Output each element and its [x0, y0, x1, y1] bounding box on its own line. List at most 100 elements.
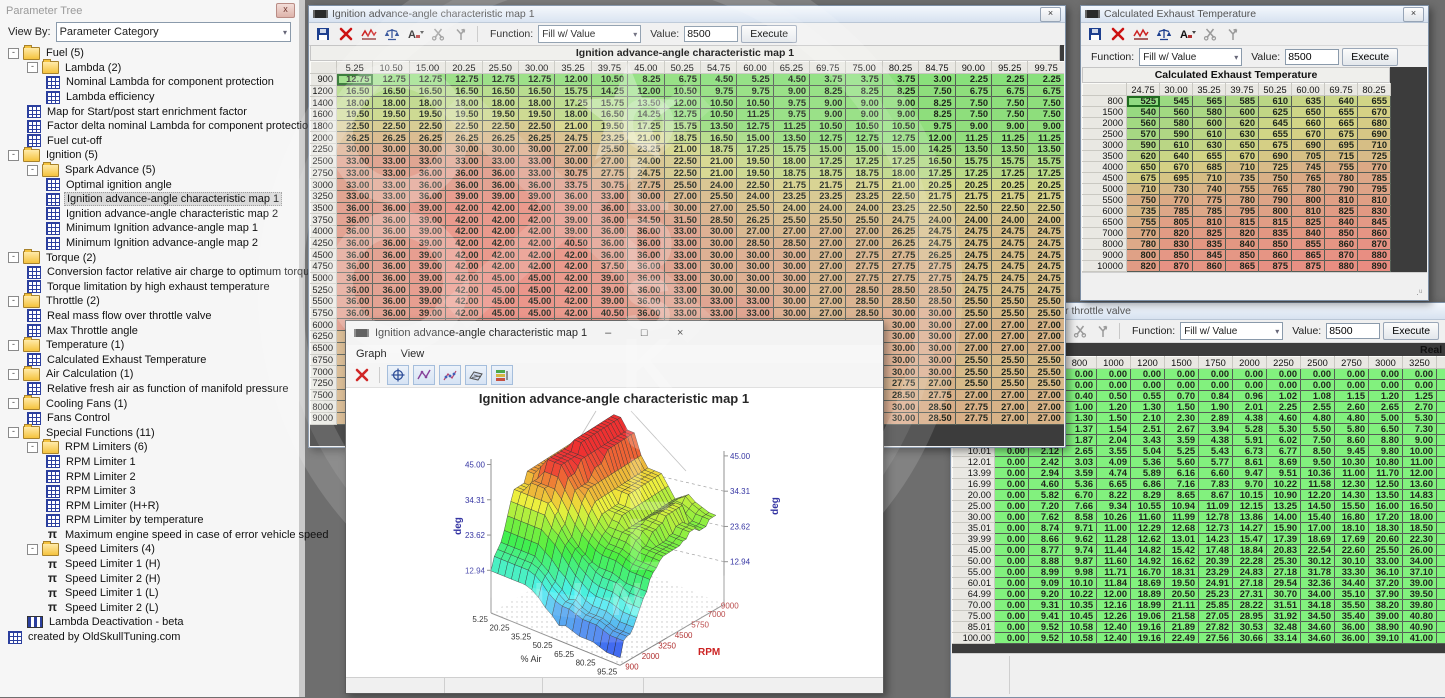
- cell[interactable]: 28.50: [919, 412, 955, 424]
- cell[interactable]: 42.00: [518, 225, 554, 237]
- cell[interactable]: 825: [1325, 206, 1358, 217]
- cell[interactable]: 12.40: [1097, 633, 1131, 644]
- cell[interactable]: 2.67: [1165, 424, 1199, 435]
- cell[interactable]: 22.50: [446, 120, 482, 132]
- cell[interactable]: 24.75: [1028, 225, 1064, 237]
- cell[interactable]: 27.00: [919, 377, 955, 389]
- cell[interactable]: 7.83: [1199, 479, 1233, 490]
- cell[interactable]: 12.75: [664, 109, 700, 121]
- cell[interactable]: 6.02: [1267, 435, 1301, 446]
- cell[interactable]: 16.50: [1403, 501, 1437, 512]
- cell[interactable]: [1437, 567, 1445, 578]
- cell[interactable]: 10.90: [1267, 490, 1301, 501]
- cell[interactable]: 745: [1292, 162, 1325, 173]
- cell[interactable]: 27.75: [846, 249, 882, 261]
- cell[interactable]: 34.00: [1301, 589, 1335, 600]
- cell[interactable]: 10.35: [1063, 600, 1097, 611]
- cell[interactable]: 20.39: [1199, 556, 1233, 567]
- cell[interactable]: 26.25: [337, 132, 373, 144]
- cell[interactable]: [1437, 380, 1445, 391]
- cell[interactable]: 22.50: [482, 120, 518, 132]
- cell[interactable]: 0.70: [1165, 391, 1199, 402]
- cell[interactable]: 13.25: [1267, 501, 1301, 512]
- cell[interactable]: 3.59: [1165, 435, 1199, 446]
- cell[interactable]: 19.50: [518, 109, 554, 121]
- cell[interactable]: 0.00: [1369, 380, 1403, 391]
- cell[interactable]: 780: [1292, 184, 1325, 195]
- cell[interactable]: 33.00: [337, 167, 373, 179]
- cell[interactable]: 18.31: [1165, 567, 1199, 578]
- cell[interactable]: 840: [1325, 217, 1358, 228]
- cell[interactable]: 0.50: [1097, 391, 1131, 402]
- cell[interactable]: 27.75: [919, 261, 955, 273]
- cell[interactable]: 1.54: [1097, 424, 1131, 435]
- cell[interactable]: 39.00: [1369, 611, 1403, 622]
- cell[interactable]: 8.22: [1097, 490, 1131, 501]
- cell[interactable]: 810: [1358, 195, 1391, 206]
- cell[interactable]: [1437, 391, 1445, 402]
- cell[interactable]: 560: [1160, 107, 1193, 118]
- cell[interactable]: 30.53: [1233, 622, 1267, 633]
- cell[interactable]: 42.00: [518, 261, 554, 273]
- cell[interactable]: 0.00: [995, 611, 1029, 622]
- cell[interactable]: 0.00: [1199, 380, 1233, 391]
- cell[interactable]: 630: [1226, 129, 1259, 140]
- cell[interactable]: 6.70: [1063, 490, 1097, 501]
- cell[interactable]: 23.25: [591, 132, 627, 144]
- cell[interactable]: 10.50: [737, 97, 773, 109]
- cell[interactable]: 36.00: [373, 225, 409, 237]
- cell[interactable]: 7.30: [1403, 424, 1437, 435]
- cell[interactable]: [1437, 545, 1445, 556]
- cell[interactable]: 2.25: [955, 74, 991, 86]
- cell[interactable]: 36.00: [628, 225, 664, 237]
- cell[interactable]: 10.22: [1267, 479, 1301, 490]
- cell[interactable]: 670: [1358, 107, 1391, 118]
- cell[interactable]: [1437, 435, 1445, 446]
- tree-item-ignition-advance-angle-characteristic-ma[interactable]: Ignition advance-angle characteristic ma…: [0, 192, 299, 207]
- cell[interactable]: 39.00: [409, 307, 445, 319]
- cell[interactable]: 13.50: [700, 120, 736, 132]
- cell[interactable]: 0.00: [1267, 369, 1301, 380]
- cell[interactable]: 17.25: [1028, 167, 1064, 179]
- cell[interactable]: 15.00: [810, 144, 846, 156]
- cell[interactable]: 1.15: [1335, 391, 1369, 402]
- cell[interactable]: 27.75: [882, 249, 918, 261]
- cell[interactable]: 650: [1226, 140, 1259, 151]
- cell[interactable]: 33.00: [700, 307, 736, 319]
- cell[interactable]: [1437, 457, 1445, 468]
- cell[interactable]: 24.75: [955, 272, 991, 284]
- cell[interactable]: 795: [1358, 184, 1391, 195]
- cell[interactable]: 0.00: [1063, 369, 1097, 380]
- tree-item-optimal-ignition-angle[interactable]: Optimal ignition angle: [0, 177, 299, 192]
- cell[interactable]: 18.00: [482, 97, 518, 109]
- cell[interactable]: 25.50: [1028, 354, 1064, 366]
- cell[interactable]: 8.61: [1233, 457, 1267, 468]
- cell[interactable]: 36.00: [337, 296, 373, 308]
- cell[interactable]: 0.00: [1233, 380, 1267, 391]
- cell[interactable]: 7.50: [1028, 97, 1064, 109]
- cell[interactable]: 24.75: [919, 237, 955, 249]
- cell[interactable]: 14.25: [591, 85, 627, 97]
- cell[interactable]: 8.25: [628, 74, 664, 86]
- cell[interactable]: [1437, 402, 1445, 413]
- cell[interactable]: 24.75: [992, 272, 1028, 284]
- cell[interactable]: 2.65: [1369, 402, 1403, 413]
- cell[interactable]: 21.75: [810, 179, 846, 191]
- cell[interactable]: 785: [1193, 206, 1226, 217]
- tree-item-rpm-limiters-6[interactable]: -RPM Limiters (6): [0, 440, 299, 455]
- cell[interactable]: 8.74: [1029, 523, 1063, 534]
- cell[interactable]: 38.20: [1369, 600, 1403, 611]
- cell[interactable]: 36.00: [628, 272, 664, 284]
- cell[interactable]: 0.84: [1199, 391, 1233, 402]
- cell[interactable]: 5.36: [1063, 479, 1097, 490]
- cell[interactable]: 12.75: [810, 132, 846, 144]
- cell[interactable]: 34.00: [1403, 556, 1437, 567]
- cell[interactable]: 25.50: [955, 354, 991, 366]
- cell[interactable]: 3.55: [1097, 446, 1131, 457]
- execute-button[interactable]: Execute: [1342, 48, 1398, 66]
- cell[interactable]: 775: [1193, 195, 1226, 206]
- cell[interactable]: 9.00: [882, 109, 918, 121]
- cell[interactable]: 20.25: [919, 179, 955, 191]
- cell[interactable]: 0.00: [995, 622, 1029, 633]
- cell[interactable]: 15.00: [737, 132, 773, 144]
